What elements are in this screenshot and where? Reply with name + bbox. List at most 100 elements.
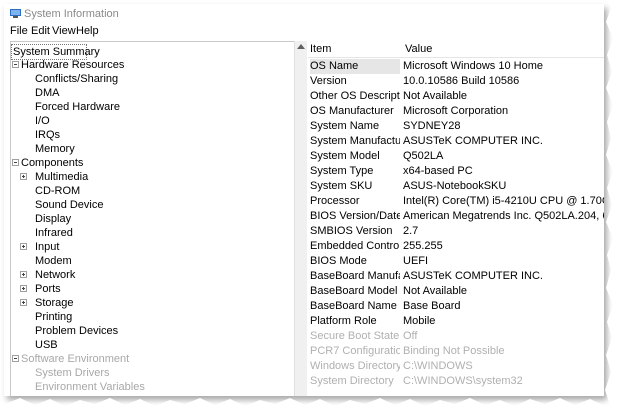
menu-bar: File Edit View Help bbox=[4, 24, 604, 41]
tree-item[interactable]: I/O bbox=[11, 114, 291, 128]
table-row[interactable]: BIOS Mode UEFI bbox=[308, 254, 604, 269]
category-tree[interactable]: System Summary Hardware Resources Conflict… bbox=[10, 41, 301, 396]
table-row[interactable]: BaseBoard Name Base Board bbox=[308, 299, 604, 314]
table-row[interactable]: Version 10.0.10586 Build 10586 bbox=[308, 74, 604, 89]
tree-item[interactable]: Memory bbox=[11, 142, 291, 156]
table-row[interactable]: SMBIOS Version 2.7 bbox=[308, 224, 604, 239]
table-row[interactable]: Embedded Controll...255.255 bbox=[308, 239, 604, 254]
item-cell: Other OS Description bbox=[310, 90, 400, 102]
table-row[interactable]: System ManufacturerASUSTeK COMPUTER INC. bbox=[308, 134, 604, 149]
table-row[interactable]: System Directory C:\WINDOWS\system32 bbox=[308, 374, 604, 389]
tree-item[interactable]: Display bbox=[11, 212, 291, 226]
column-header-value[interactable]: Value bbox=[405, 41, 432, 57]
expand-plus-icon[interactable] bbox=[20, 271, 27, 278]
tree-item[interactable]: Components bbox=[11, 156, 291, 170]
tree-item-label: System Drivers bbox=[35, 367, 110, 379]
column-header-item[interactable]: Item bbox=[310, 41, 331, 57]
value-cell: Binding Not Possible bbox=[403, 345, 505, 357]
collapse-minus-icon[interactable] bbox=[12, 159, 19, 166]
item-cell: System Model bbox=[310, 150, 380, 162]
table-row[interactable]: System Name SYDNEY28 bbox=[308, 119, 604, 134]
tree-item[interactable]: Problem Devices bbox=[11, 324, 291, 338]
menu-edit[interactable]: Edit bbox=[31, 25, 50, 37]
tree-item[interactable]: Sound Device bbox=[11, 198, 291, 212]
item-cell: OS Name bbox=[310, 59, 400, 74]
value-cell: SYDNEY28 bbox=[403, 120, 461, 132]
table-row[interactable]: System SKU ASUS-NotebookSKU bbox=[308, 179, 604, 194]
tree-item-label: IRQs bbox=[35, 129, 61, 141]
tree-item-label: Ports bbox=[35, 283, 61, 295]
tree-item[interactable]: Forced Hardware bbox=[11, 100, 291, 114]
scroll-up-arrow-icon[interactable] bbox=[297, 44, 305, 49]
tree-item[interactable]: Storage bbox=[11, 296, 291, 310]
table-row[interactable]: PCR7 Configuration Binding Not Possible bbox=[308, 344, 604, 359]
table-row[interactable]: System Type x64-based PC bbox=[308, 164, 604, 179]
expand-plus-icon[interactable] bbox=[20, 243, 27, 250]
system-information-window: System Information File Edit View Help S… bbox=[4, 4, 604, 396]
tree-item-label: I/O bbox=[35, 115, 50, 127]
tree-item-label: Printing bbox=[35, 311, 73, 323]
item-cell: OS Manufacturer bbox=[310, 105, 394, 117]
tree-item[interactable]: Infrared bbox=[11, 226, 291, 240]
tree-item[interactable]: Network bbox=[11, 268, 291, 282]
item-cell: Embedded Controll... bbox=[310, 240, 400, 252]
table-row[interactable]: BaseBoard Manufact...ASUSTeK COMPUTER IN… bbox=[308, 269, 604, 284]
value-cell: Microsoft Corporation bbox=[403, 105, 509, 117]
expand-plus-icon[interactable] bbox=[20, 299, 27, 306]
tree-item[interactable]: CD-ROM bbox=[11, 184, 291, 198]
value-cell: American Megatrends Inc. Q502LA.204, 6/3… bbox=[403, 210, 604, 222]
tree-item[interactable]: DMA bbox=[11, 86, 291, 100]
tree-item-label: Infrared bbox=[35, 227, 73, 239]
tree-item-label: Sound Device bbox=[35, 199, 104, 211]
value-cell: x64-based PC bbox=[403, 165, 473, 177]
table-row[interactable]: Secure Boot State Off bbox=[308, 329, 604, 344]
tree-item[interactable]: Printing bbox=[11, 310, 291, 324]
tree-item[interactable]: Ports bbox=[11, 282, 291, 296]
value-cell: Microsoft Windows 10 Home bbox=[403, 60, 543, 72]
tree-item[interactable]: USB bbox=[11, 338, 291, 352]
tree-item[interactable]: Input bbox=[11, 240, 291, 254]
value-cell: Off bbox=[403, 330, 418, 342]
table-row[interactable]: Windows Directory C:\WINDOWS bbox=[308, 359, 604, 374]
expand-plus-icon[interactable] bbox=[20, 285, 27, 292]
table-row[interactable]: Processor Intel(R) Core(TM) i5-4210U CPU … bbox=[308, 194, 604, 209]
item-cell: BIOS Mode bbox=[310, 255, 367, 267]
menu-file[interactable]: File bbox=[10, 25, 28, 37]
collapse-minus-icon[interactable] bbox=[12, 61, 19, 68]
torn-edge-bottom bbox=[0, 398, 621, 418]
tree-item[interactable]: Multimedia bbox=[11, 170, 291, 184]
tree-item[interactable]: Modem bbox=[11, 254, 291, 268]
item-cell: BIOS Version/Date bbox=[310, 210, 400, 222]
item-cell: System Name bbox=[310, 120, 380, 132]
tree-item[interactable]: Conflicts/Sharing bbox=[11, 72, 291, 86]
tree-item[interactable]: Environment Variables bbox=[11, 380, 291, 394]
menu-help[interactable]: Help bbox=[76, 25, 99, 37]
table-row[interactable]: OS Name Microsoft Windows 10 Home bbox=[308, 59, 604, 74]
collapse-minus-icon[interactable] bbox=[12, 355, 19, 362]
value-cell: ASUSTeK COMPUTER INC. bbox=[403, 270, 543, 282]
table-row[interactable]: OS Manufacturer Microsoft Corporation bbox=[308, 104, 604, 119]
table-row[interactable]: System Model Q502LA bbox=[308, 149, 604, 164]
menu-view[interactable]: View bbox=[52, 25, 76, 37]
item-cell: Version bbox=[310, 75, 347, 87]
tree-item[interactable]: System Drivers bbox=[11, 366, 291, 380]
tree-item-label: Hardware Resources bbox=[21, 59, 125, 71]
table-row[interactable]: Platform Role Mobile bbox=[308, 314, 604, 329]
table-row[interactable]: Other OS DescriptionNot Available bbox=[308, 89, 604, 104]
table-row[interactable]: BaseBoard Model Not Available bbox=[308, 284, 604, 299]
value-cell: Q502LA bbox=[403, 150, 444, 162]
value-cell: C:\WINDOWS\system32 bbox=[403, 375, 523, 387]
expand-plus-icon[interactable] bbox=[20, 173, 27, 180]
table-row[interactable]: BIOS Version/Date American Megatrends Inc… bbox=[308, 209, 604, 224]
tree-item-label: Storage bbox=[35, 297, 74, 309]
value-cell: Intel(R) Core(TM) i5-4210U CPU @ 1.70GHz… bbox=[403, 195, 604, 207]
title-bar: System Information bbox=[4, 4, 604, 24]
value-cell: 10.0.10586 Build 10586 bbox=[403, 75, 520, 87]
tree-item[interactable]: IRQs bbox=[11, 128, 291, 142]
value-cell: ASUSTeK COMPUTER INC. bbox=[403, 135, 543, 147]
item-cell: Secure Boot State bbox=[310, 330, 400, 342]
tree-item[interactable]: Software Environment bbox=[11, 352, 291, 366]
tree-item[interactable]: Hardware Resources bbox=[11, 58, 291, 72]
item-cell: System Type bbox=[310, 165, 374, 177]
tree-scrollbar[interactable] bbox=[294, 41, 307, 396]
